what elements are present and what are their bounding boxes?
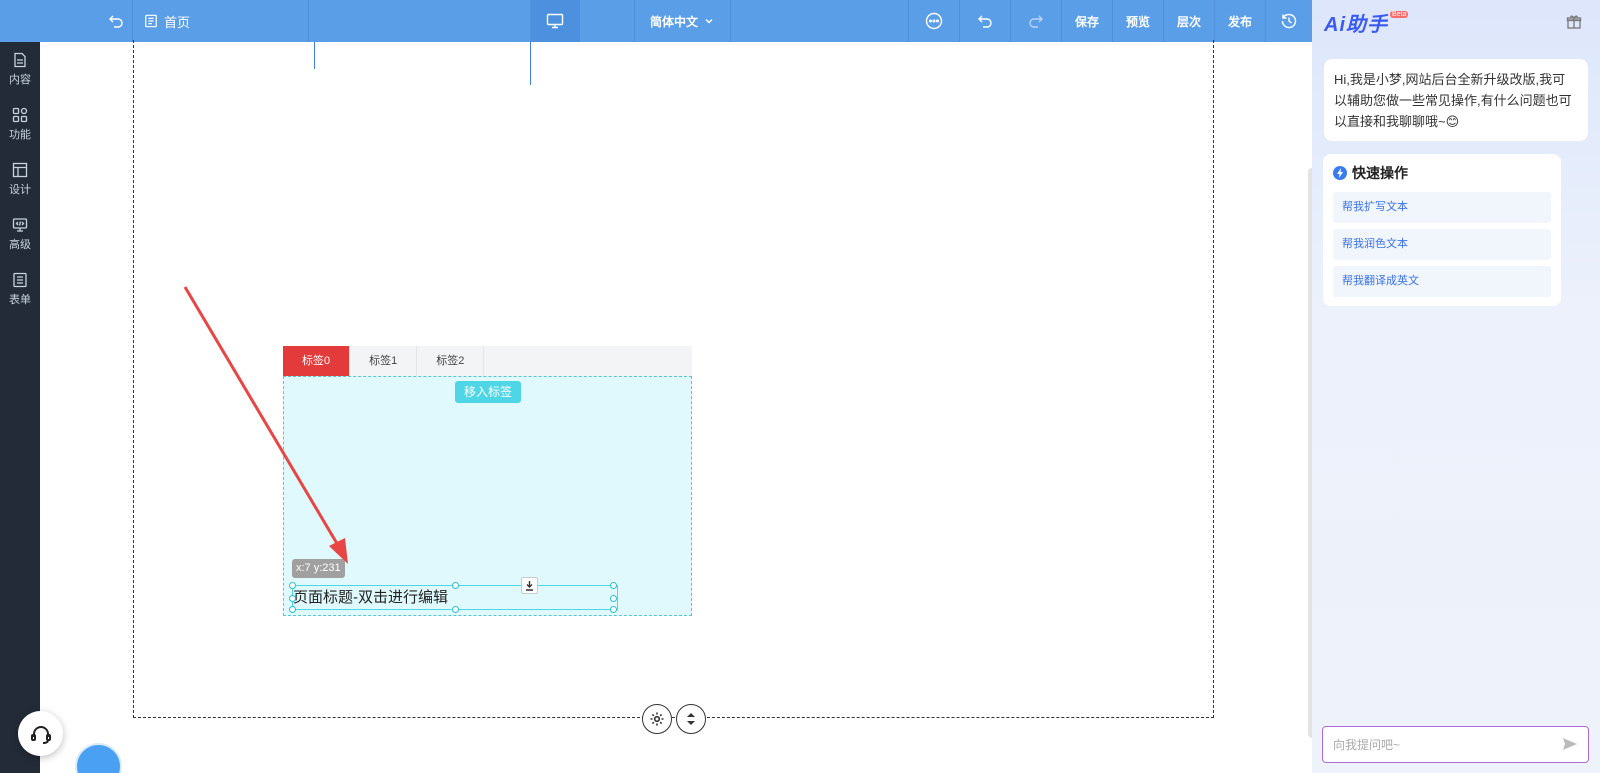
left-sidebar: 内容 功能 设计 高级 表单 bbox=[0, 0, 40, 773]
quick-actions-card: 快速操作 帮我扩写文本 帮我润色文本 帮我翻译成英文 bbox=[1323, 154, 1561, 306]
quick-actions-title: 快速操作 bbox=[1333, 163, 1551, 183]
design-canvas[interactable]: 标签0 标签1 标签2 移入标签 x:7 y:231 页面标题-双击进行编辑 bbox=[40, 40, 1316, 773]
resize-handle[interactable] bbox=[610, 582, 617, 589]
ai-logo: Ai助手 bbox=[1324, 14, 1388, 36]
reorder-button[interactable] bbox=[676, 704, 706, 734]
ai-assistant-panel: Ai助手 Beta Hi,我是小梦,网站后台全新升级改版,我可以辅助您做一些常见… bbox=[1312, 0, 1600, 773]
gear-icon bbox=[650, 712, 664, 726]
customer-service-button[interactable] bbox=[18, 711, 63, 756]
back-button[interactable] bbox=[100, 0, 132, 42]
beta-badge: Beta bbox=[1390, 11, 1409, 18]
resize-handle[interactable] bbox=[610, 595, 617, 602]
back-icon bbox=[109, 15, 123, 28]
sidebar-item-features[interactable]: 功能 bbox=[0, 97, 40, 152]
quick-action-expand[interactable]: 帮我扩写文本 bbox=[1333, 192, 1551, 223]
language-label: 简体中文 bbox=[649, 14, 698, 29]
tab-0[interactable]: 标签0 bbox=[283, 346, 351, 376]
sidebar-item-label: 设计 bbox=[9, 184, 31, 196]
sidebar-item-form[interactable]: 表单 bbox=[0, 262, 40, 317]
sidebar-item-content[interactable]: 内容 bbox=[0, 42, 40, 97]
more-button[interactable] bbox=[909, 0, 959, 42]
download-button[interactable] bbox=[521, 577, 538, 594]
more-icon bbox=[925, 12, 943, 30]
editor-app: 内容 功能 设计 高级 表单 首页 简体中文 保存 预览 层次 发布 标签0 标… bbox=[0, 0, 1600, 773]
page-selector[interactable]: 首页 bbox=[144, 0, 204, 42]
tab-1[interactable]: 标签1 bbox=[350, 346, 418, 376]
ai-question-input[interactable] bbox=[1323, 727, 1543, 762]
layout-icon bbox=[12, 162, 28, 178]
send-icon bbox=[1563, 738, 1577, 750]
undo-icon bbox=[978, 15, 992, 28]
sidebar-item-design[interactable]: 设计 bbox=[0, 152, 40, 207]
preview-button[interactable]: 预览 bbox=[1113, 0, 1163, 42]
publish-button[interactable]: 发布 bbox=[1215, 0, 1265, 42]
chevron-down-icon bbox=[705, 19, 713, 24]
page-icon bbox=[145, 14, 157, 28]
gift-icon bbox=[1566, 15, 1582, 29]
redo-button[interactable] bbox=[1011, 0, 1061, 42]
resize-handle[interactable] bbox=[289, 582, 296, 589]
settings-button[interactable] bbox=[642, 704, 672, 734]
sidebar-item-label: 内容 bbox=[9, 74, 31, 86]
ai-greeting-bubble: Hi,我是小梦,网站后台全新升级改版,我可以辅助您做一些常见操作,有什么问题也可… bbox=[1324, 59, 1588, 141]
page-name: 首页 bbox=[164, 14, 191, 30]
language-select[interactable]: 简体中文 bbox=[636, 0, 728, 42]
tab-panel[interactable]: 移入标签 x:7 y:231 页面标题-双击进行编辑 bbox=[283, 376, 692, 616]
headset-icon bbox=[30, 725, 51, 744]
gift-button[interactable] bbox=[1566, 14, 1582, 33]
redo-icon bbox=[1029, 15, 1043, 28]
sidebar-item-label: 表单 bbox=[9, 294, 31, 306]
quick-action-translate[interactable]: 帮我翻译成英文 bbox=[1333, 266, 1551, 297]
download-icon bbox=[526, 581, 533, 591]
toolbar-divider bbox=[308, 0, 309, 42]
sidebar-item-advanced[interactable]: 高级 bbox=[0, 207, 40, 262]
code-icon bbox=[12, 218, 28, 232]
tab-bar: 标签0 标签1 标签2 bbox=[283, 346, 692, 376]
ai-header: Ai助手 Beta bbox=[1324, 8, 1409, 37]
ai-input-box bbox=[1322, 726, 1589, 763]
coordinate-badge: x:7 y:231 bbox=[292, 559, 345, 578]
history-icon bbox=[1281, 13, 1297, 29]
rail-header bbox=[0, 0, 40, 42]
resize-handle[interactable] bbox=[289, 595, 296, 602]
toolbar-divider bbox=[634, 0, 635, 42]
quick-actions-label: 快速操作 bbox=[1352, 165, 1408, 181]
history-button[interactable] bbox=[1266, 0, 1312, 42]
undo-button[interactable] bbox=[960, 0, 1010, 42]
resize-handle[interactable] bbox=[610, 606, 617, 613]
page-title-text: 页面标题-双击进行编辑 bbox=[293, 589, 448, 606]
resize-handle[interactable] bbox=[452, 606, 459, 613]
send-button[interactable] bbox=[1562, 736, 1578, 755]
resize-handle[interactable] bbox=[452, 582, 459, 589]
toolbar-divider bbox=[132, 0, 133, 42]
sort-icon bbox=[687, 713, 695, 725]
bolt-icon bbox=[1333, 166, 1347, 180]
grid-icon bbox=[12, 107, 28, 123]
desktop-icon bbox=[546, 13, 564, 29]
sidebar-item-label: 高级 bbox=[9, 239, 31, 251]
document-icon bbox=[14, 52, 26, 68]
layers-button[interactable]: 层次 bbox=[1164, 0, 1214, 42]
save-button[interactable]: 保存 bbox=[1062, 0, 1112, 42]
tabs-component[interactable]: 标签0 标签1 标签2 移入标签 x:7 y:231 页面标题-双击进行编辑 bbox=[283, 346, 692, 616]
sidebar-item-label: 功能 bbox=[9, 129, 31, 141]
tab-2[interactable]: 标签2 bbox=[417, 346, 485, 376]
move-into-tab-button[interactable]: 移入标签 bbox=[455, 381, 521, 403]
resize-handle[interactable] bbox=[289, 606, 296, 613]
page-title-element[interactable]: 页面标题-双击进行编辑 bbox=[289, 577, 618, 613]
desktop-view-button[interactable] bbox=[530, 0, 580, 42]
quick-action-polish[interactable]: 帮我润色文本 bbox=[1333, 229, 1551, 260]
form-icon bbox=[13, 272, 27, 288]
toolbar-divider bbox=[730, 0, 731, 42]
top-toolbar: 首页 简体中文 保存 预览 层次 发布 bbox=[40, 0, 1312, 42]
